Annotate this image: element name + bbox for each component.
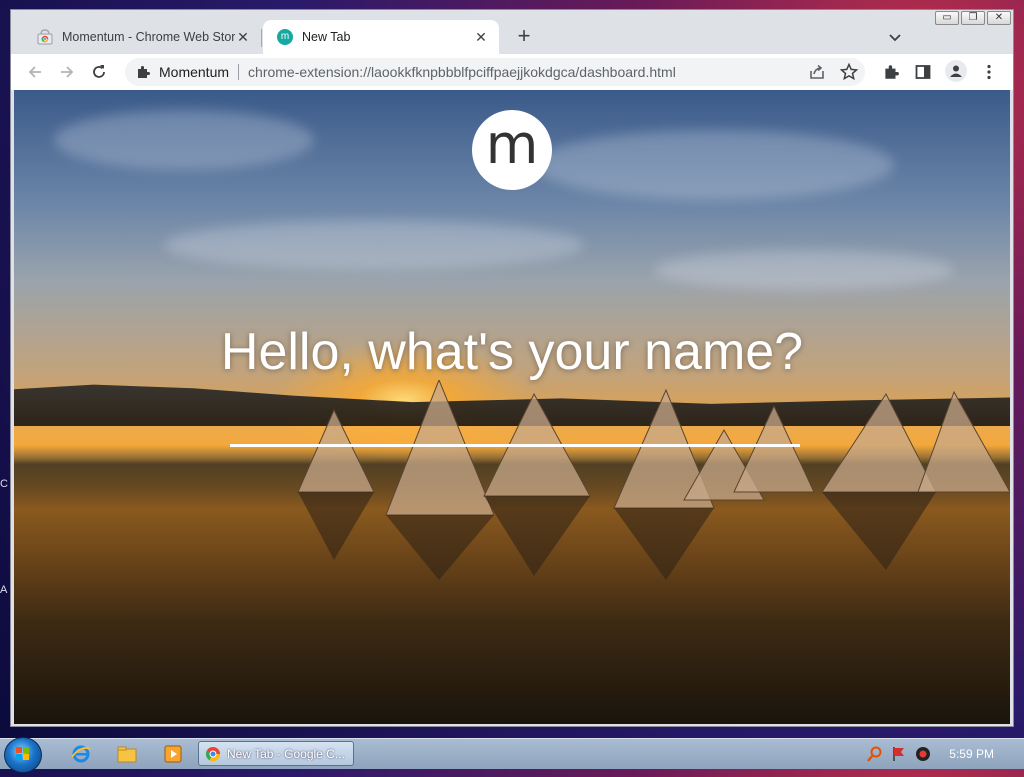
momentum-logo: m [472,110,552,190]
forward-button[interactable] [53,58,81,86]
profile-icon [950,65,962,77]
internet-explorer-icon[interactable] [70,743,92,765]
close-window-button[interactable]: ✕ [987,11,1011,25]
momentum-dashboard: m Hello, what's your name? [14,90,1010,724]
close-icon[interactable]: ✕ [473,29,489,45]
menu-button[interactable] [975,58,1003,86]
side-panel-icon [915,65,931,79]
greeting-heading: Hello, what's your name? [220,323,804,381]
reload-icon [93,65,105,78]
extensions-button[interactable] [877,58,905,86]
back-button[interactable] [21,58,49,86]
close-icon[interactable]: ✕ [235,29,251,45]
tab-separator [261,29,262,47]
record-tray-icon[interactable] [914,745,932,763]
chrome-icon [205,746,221,761]
desktop-glyph: A [0,584,8,596]
taskbar-chrome-label: New Tab - Google C... [227,746,345,761]
reload-button[interactable] [85,58,113,86]
tab-chrome-web-store[interactable]: Momentum - Chrome Web Store ✕ [23,20,261,54]
browser-toolbar: Momentum chrome-extension://laookkfknpbb… [11,54,1013,90]
file-explorer-icon[interactable] [116,743,138,765]
chrome-web-store-icon [37,29,53,45]
background-cloud [534,130,894,200]
background-cloud [54,110,314,170]
tab-strip: Momentum - Chrome Web Store ✕ m New Tab … [11,10,1013,54]
extension-name: Momentum [159,64,230,80]
tab-new-tab[interactable]: m New Tab ✕ [263,20,499,54]
tab-label: New Tab [302,30,351,44]
taskbar-clock[interactable]: 5:59 PM [949,747,994,761]
minimize-button[interactable]: ▭ [935,11,959,25]
windows-logo-icon [16,747,29,760]
extensions-puzzle-icon [885,65,899,79]
taskbar: New Tab - Google C... 5:59 PM [0,737,1024,773]
tab-label: Momentum - Chrome Web Store [62,30,235,44]
browser-window: Momentum - Chrome Web Store ✕ m New Tab … [10,9,1014,727]
momentum-m-icon: m [277,29,293,45]
name-input[interactable] [230,390,800,447]
tab-search-icon[interactable] [885,27,905,47]
background-cloud [654,250,954,290]
action-center-flag-icon[interactable] [890,745,908,763]
url-text[interactable]: chrome-extension://laookkfknpbbblfpciffp… [248,64,676,80]
taskbar-chrome-window[interactable]: New Tab - Google C... [198,741,354,766]
window-controls: ▭ ❐ ✕ [935,11,1011,25]
background-cloud [164,220,584,270]
star-icon[interactable] [839,62,859,82]
omnibox-divider [238,64,240,80]
search-tray-icon[interactable] [866,745,884,763]
back-icon [28,66,41,78]
restore-button[interactable]: ❐ [961,11,985,25]
side-panel-button[interactable] [909,58,937,86]
media-player-icon[interactable] [162,743,184,765]
address-bar[interactable]: Momentum chrome-extension://laookkfknpbb… [125,58,865,86]
share-icon[interactable] [807,62,827,82]
desktop-glyph: C [0,478,8,490]
menu-dots-icon [987,64,991,80]
extension-icon [138,66,150,78]
new-tab-button[interactable]: + [511,24,537,50]
profile-button[interactable] [945,60,967,82]
forward-icon [61,66,74,78]
